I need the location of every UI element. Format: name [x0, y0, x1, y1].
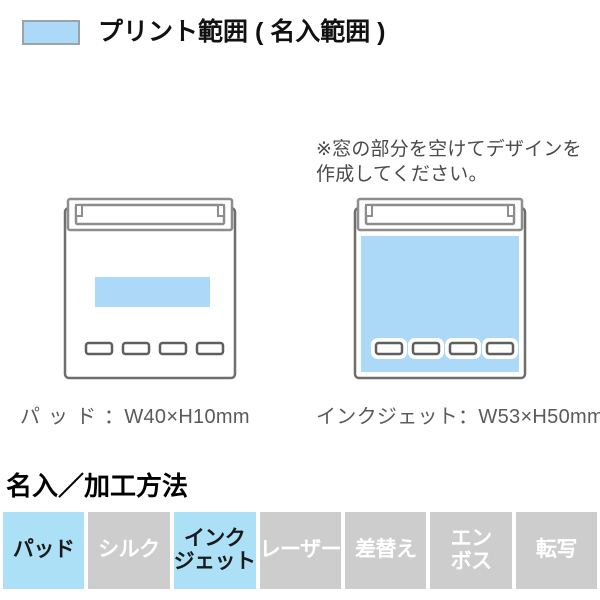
- method-label-inkjet-line1: インク: [183, 527, 246, 551]
- method-label-silk: シルク: [98, 538, 160, 562]
- pad-caption-method: パッド: [20, 406, 104, 428]
- methods-row: パッド シルク インク ジェット レーザー 差替え エン ボス 転写: [3, 512, 597, 589]
- method-label-transfer: 転写: [535, 538, 578, 562]
- zip-pouch-outline-icon: [353, 197, 527, 380]
- method-label-replacement: 差替え: [355, 538, 417, 562]
- method-label-emboss-line2: ボス: [450, 549, 493, 573]
- method-label-laser: レーザー: [259, 538, 342, 562]
- inkjet-caption-separator: ：: [458, 406, 479, 428]
- methods-heading: 名入／加工方法: [6, 471, 189, 501]
- print-area-legend-label: プリント範囲 ( 名入範囲 ): [98, 18, 386, 46]
- pad-caption-size: ：: [104, 406, 125, 428]
- method-box-emboss[interactable]: エン ボス: [430, 512, 512, 589]
- method-label-inkjet: インク ジェット: [173, 527, 257, 573]
- zip-pouch-outline-icon: [63, 197, 237, 380]
- method-box-pad[interactable]: パッド: [3, 512, 85, 589]
- method-box-laser[interactable]: レーザー: [259, 512, 342, 589]
- print-area-swatch-icon: [22, 20, 80, 45]
- inkjet-print-diagram: [350, 196, 530, 386]
- print-area-legend: プリント範囲 ( 名入範囲 ): [22, 20, 386, 45]
- inkjet-caption-method: インクジェット: [316, 406, 459, 428]
- window-design-note: ※窓の部分を空けてデザインを 作成してください。: [316, 139, 582, 186]
- inkjet-print-caption: インクジェット：W53×H50mm: [316, 400, 600, 429]
- method-label-inkjet-line2: ジェット: [173, 549, 257, 573]
- method-box-inkjet[interactable]: インク ジェット: [173, 512, 257, 589]
- inkjet-caption-dimensions: W53×H50mm: [478, 406, 600, 428]
- pad-caption-dimensions: W40×H10mm: [124, 406, 250, 428]
- method-box-silk[interactable]: シルク: [88, 512, 170, 589]
- method-label-emboss: エン ボス: [450, 527, 493, 573]
- method-box-replacement[interactable]: 差替え: [345, 512, 427, 589]
- pad-print-caption: パッド：W40×H10mm: [20, 400, 250, 429]
- pad-print-diagram: [60, 196, 240, 386]
- method-label-emboss-line1: エン: [450, 527, 493, 551]
- method-box-transfer[interactable]: 転写: [515, 512, 597, 589]
- method-label-pad: パッド: [12, 538, 75, 562]
